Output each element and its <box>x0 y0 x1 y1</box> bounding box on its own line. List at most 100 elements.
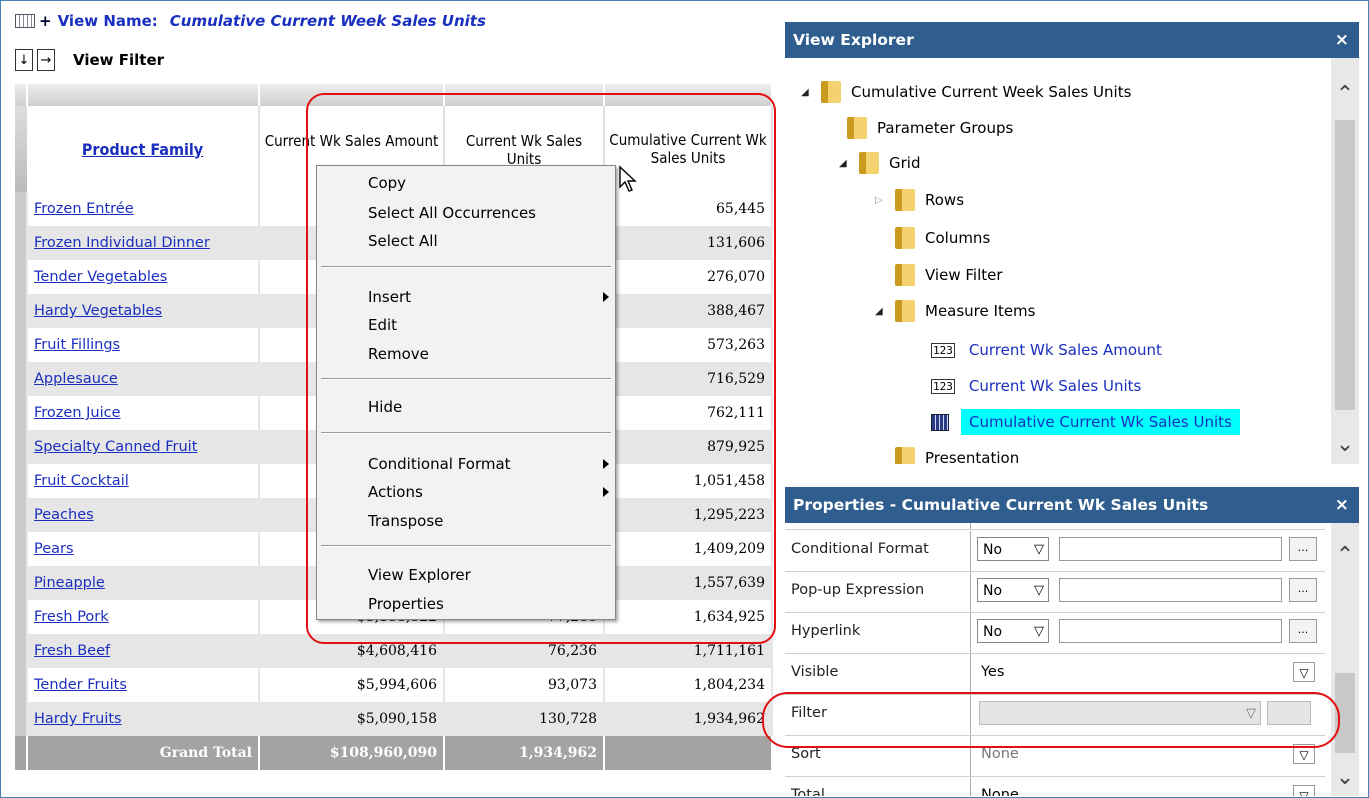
property-row-conditional-format: Conditional Format No ▽ ... <box>785 531 1325 572</box>
row-handle[interactable] <box>15 226 28 260</box>
row-handle[interactable] <box>15 498 28 532</box>
grid-icon[interactable] <box>15 14 35 28</box>
close-icon[interactable]: × <box>1335 495 1349 515</box>
row-handle[interactable] <box>15 260 28 294</box>
row-handle[interactable] <box>15 362 28 396</box>
expanded-triangle-icon[interactable]: ◢ <box>875 306 887 317</box>
visible-value[interactable]: Yes <box>981 664 1004 680</box>
ellipsis-button[interactable]: ... <box>1289 578 1317 602</box>
hyperlink-input[interactable] <box>1059 619 1282 643</box>
grand-total-row: Grand Total $108,960,090 1,934,962 <box>15 736 773 770</box>
product-family-link[interactable]: Hardy Vegetables <box>34 303 162 319</box>
product-family-link[interactable]: Frozen Entrée <box>34 201 134 217</box>
property-name: Pop-up Expression <box>791 582 925 598</box>
row-handle[interactable] <box>15 600 28 634</box>
expanded-triangle-icon[interactable]: ◢ <box>839 158 851 169</box>
row-handle[interactable] <box>15 634 28 668</box>
annotation-highlight-filter <box>762 692 1340 748</box>
tree-node-measure-cumulative[interactable]: Cumulative Current Wk Sales Units <box>931 408 1240 436</box>
product-family-link[interactable]: Applesauce <box>34 371 118 387</box>
chevron-down-icon: ▽ <box>1034 583 1044 598</box>
view-name-value[interactable]: Cumulative Current Week Sales Units <box>170 12 486 30</box>
tree-node-measure-units[interactable]: 123 Current Wk Sales Units <box>931 372 1141 400</box>
row-handle[interactable] <box>15 566 28 600</box>
tree-node-measure-amount[interactable]: 123 Current Wk Sales Amount <box>931 336 1162 364</box>
product-family-cell: Frozen Juice <box>27 396 260 430</box>
tree-node-presentation[interactable]: Presentation <box>887 444 1019 464</box>
product-family-link[interactable]: Fruit Cocktail <box>34 473 129 489</box>
sort-value[interactable]: None <box>981 746 1019 762</box>
product-family-cell: Peaches <box>27 498 260 532</box>
tree-label: Current Wk Sales Units <box>968 377 1142 395</box>
numeric-measure-icon: 123 <box>931 342 955 358</box>
row-handle[interactable] <box>15 464 28 498</box>
scroll-down-icon[interactable]: ⌄ <box>1331 765 1359 790</box>
product-family-cell: Frozen Entrée <box>27 192 260 226</box>
scrollbar-thumb[interactable] <box>1335 120 1355 410</box>
conditional-format-input[interactable] <box>1059 537 1282 561</box>
row-handle[interactable] <box>15 328 28 362</box>
product-family-link[interactable]: Hardy Fruits <box>34 711 122 727</box>
add-icon[interactable]: + <box>39 12 52 30</box>
property-name: Visible <box>791 664 839 680</box>
popup-expression-select[interactable]: No ▽ <box>977 578 1049 602</box>
tree-node-rows[interactable]: ▷ Rows <box>875 186 964 214</box>
row-handle[interactable] <box>15 702 28 736</box>
product-family-cell: Fruit Cocktail <box>27 464 260 498</box>
product-family-link[interactable]: Fresh Beef <box>34 643 110 659</box>
folder-icon <box>895 264 915 286</box>
sales-units-cell: 130,728 <box>444 702 605 736</box>
chevron-down-icon[interactable]: ▽ <box>1293 785 1315 796</box>
tree-label: Rows <box>925 191 965 209</box>
properties-table: Conditional Format No ▽ ... Pop-up Expres… <box>785 523 1359 796</box>
product-family-link[interactable]: Frozen Individual Dinner <box>34 235 210 251</box>
scroll-up-icon[interactable]: ⌃ <box>1331 543 1359 568</box>
explorer-scrollbar[interactable]: ⌃ ⌄ <box>1331 58 1359 464</box>
total-value[interactable]: None <box>981 787 1019 796</box>
ellipsis-button[interactable]: ... <box>1289 619 1317 643</box>
view-filter-label[interactable]: View Filter <box>73 51 164 69</box>
hyperlink-select[interactable]: No ▽ <box>977 619 1049 643</box>
cumulative-units-cell: 1,804,234 <box>604 668 773 702</box>
conditional-format-select[interactable]: No ▽ <box>977 537 1049 561</box>
collapsed-triangle-icon[interactable]: ▷ <box>875 195 887 206</box>
product-family-link[interactable]: Fruit Fillings <box>34 337 120 353</box>
column-divider <box>970 654 971 694</box>
product-family-cell: Fresh Pork <box>27 600 260 634</box>
down-arrow-icon[interactable]: ↓ <box>15 49 33 71</box>
product-family-link[interactable]: Fresh Pork <box>34 609 109 625</box>
tree-node-view-filter[interactable]: View Filter <box>887 261 1003 289</box>
tree-node-columns[interactable]: Columns <box>887 224 990 252</box>
tree-label: Columns <box>925 229 991 247</box>
cumulative-units-cell: 1,934,962 <box>604 702 773 736</box>
header-product-family[interactable]: Product Family <box>27 106 260 192</box>
row-handle[interactable] <box>15 192 28 226</box>
popup-expression-input[interactable] <box>1059 578 1282 602</box>
right-arrow-icon[interactable]: → <box>37 49 55 71</box>
property-row-visible: Visible Yes ▽ <box>785 654 1325 695</box>
product-family-link[interactable]: Pineapple <box>34 575 105 591</box>
tree-node-grid[interactable]: ◢ Grid <box>839 149 920 177</box>
row-handle[interactable] <box>15 668 28 702</box>
product-family-link[interactable]: Frozen Juice <box>34 405 121 421</box>
tree-node-parameter-groups[interactable]: Parameter Groups <box>839 114 1013 142</box>
tree-node-measure-items[interactable]: ◢ Measure Items <box>875 297 1035 325</box>
product-family-link[interactable]: Specialty Canned Fruit <box>34 439 197 455</box>
close-icon[interactable]: × <box>1335 30 1349 50</box>
row-handle[interactable] <box>15 396 28 430</box>
column-handle[interactable] <box>27 84 260 106</box>
product-family-link[interactable]: Tender Fruits <box>34 677 127 693</box>
expanded-triangle-icon[interactable]: ◢ <box>801 87 813 98</box>
row-handle[interactable] <box>15 294 28 328</box>
product-family-link[interactable]: Peaches <box>34 507 94 523</box>
row-handle[interactable] <box>15 430 28 464</box>
scroll-down-icon[interactable]: ⌄ <box>1331 432 1359 457</box>
row-handle[interactable] <box>15 532 28 566</box>
product-family-link[interactable]: Pears <box>34 541 74 557</box>
chevron-down-icon[interactable]: ▽ <box>1293 662 1315 682</box>
tree-node-root[interactable]: ◢ Cumulative Current Week Sales Units <box>801 78 1131 106</box>
ellipsis-button[interactable]: ... <box>1289 537 1317 561</box>
scroll-up-icon[interactable]: ⌃ <box>1331 82 1359 107</box>
properties-scrollbar[interactable]: ⌃ ⌄ <box>1331 523 1359 796</box>
product-family-link[interactable]: Tender Vegetables <box>34 269 167 285</box>
